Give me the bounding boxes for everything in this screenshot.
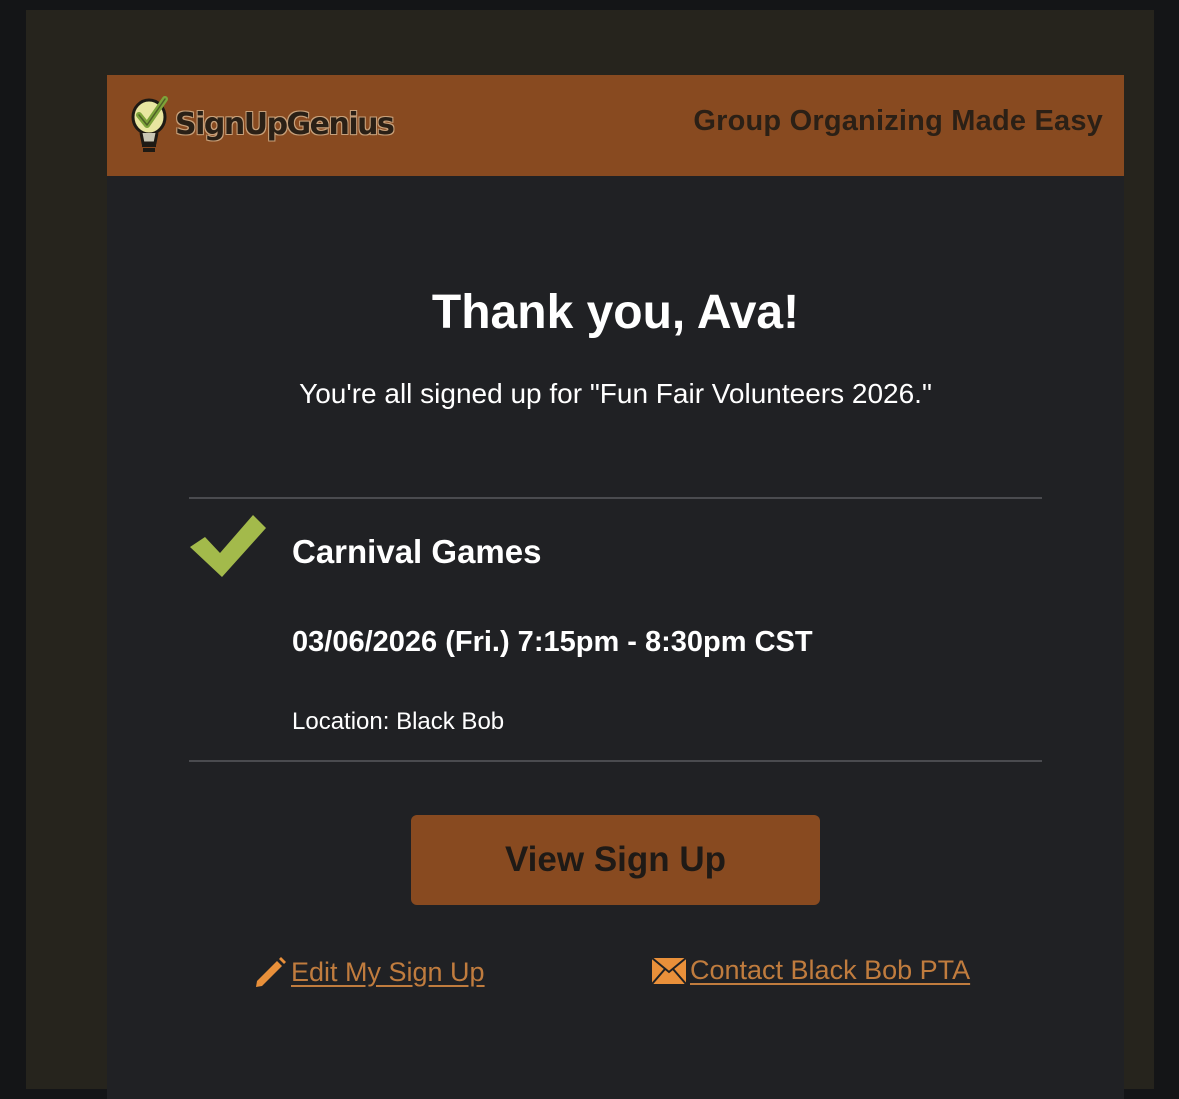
slot-date-time: 03/06/2026 (Fri.) 7:15pm - 8:30pm CST — [292, 626, 813, 658]
envelope-icon — [652, 957, 686, 984]
contact-pta-link[interactable]: Contact Black Bob PTA — [652, 955, 970, 986]
slot-location: Location: Black Bob — [292, 708, 505, 735]
contact-link-label: Contact Black Bob PTA — [690, 955, 971, 985]
header-bar: SignUpGenius Group Organizing Made Easy — [107, 75, 1124, 176]
check-icon — [190, 515, 266, 577]
signup-confirmation-text: You're all signed up for "Fun Fair Volun… — [299, 378, 932, 409]
pencil-icon — [256, 957, 286, 987]
divider-bottom — [189, 760, 1042, 762]
email-card: SignUpGenius Group Organizing Made Easy … — [107, 75, 1124, 1099]
edit-link-label: Edit My Sign Up — [291, 956, 485, 987]
logo-text: SignUpGenius — [175, 106, 395, 142]
email-background-frame: SignUpGenius Group Organizing Made Easy … — [26, 10, 1154, 1099]
lightbulb-check-icon — [131, 96, 168, 152]
view-sign-up-button[interactable]: View Sign Up — [411, 815, 820, 905]
header-tagline: Group Organizing Made Easy — [693, 105, 1103, 137]
edit-my-sign-up-link[interactable]: Edit My Sign Up — [253, 955, 485, 989]
signupgenius-logo[interactable]: SignUpGenius — [127, 93, 395, 155]
slot-name: Carnival Games — [292, 533, 542, 570]
thank-you-heading: Thank you, Ava! — [431, 286, 800, 339]
divider-top — [189, 497, 1042, 499]
